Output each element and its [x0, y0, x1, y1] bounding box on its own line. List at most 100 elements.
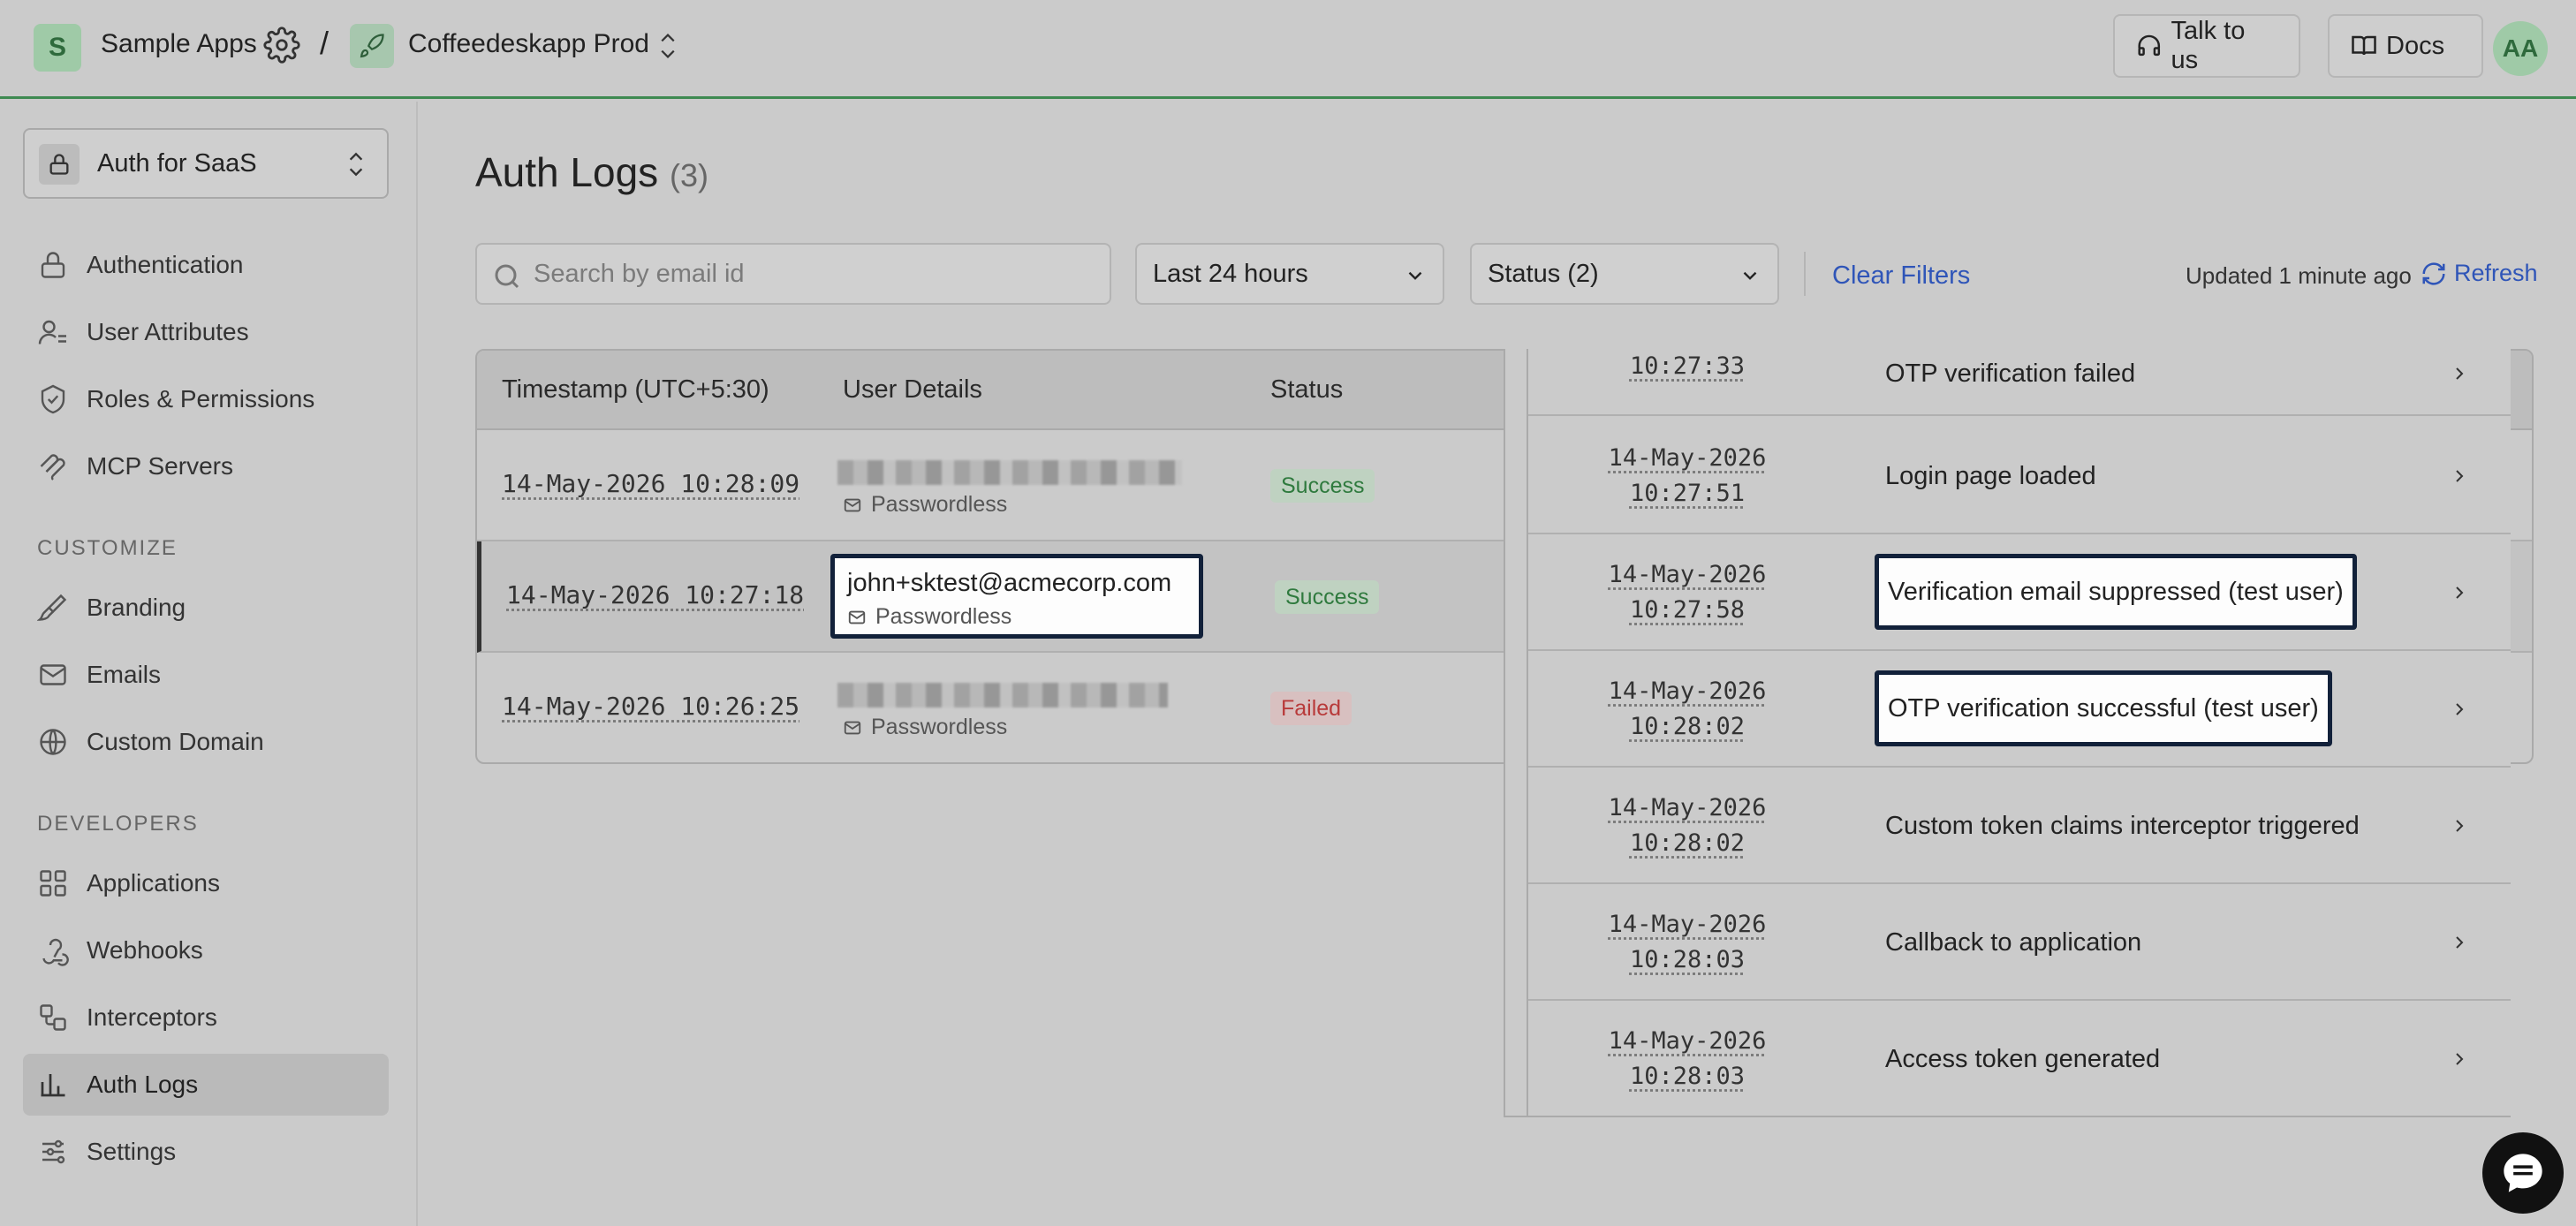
- event-time: 10:27:58: [1629, 596, 1746, 624]
- row-timestamp: 14-May-2026 10:27:18: [506, 580, 805, 609]
- mail-icon: [844, 721, 861, 734]
- interceptor-icon: [40, 1004, 66, 1031]
- search-input[interactable]: [534, 245, 1099, 303]
- mail-icon: [40, 664, 66, 685]
- sidebar-item-applications[interactable]: Applications: [23, 852, 389, 914]
- sidebar-item-webhooks[interactable]: Webhooks: [23, 920, 389, 981]
- lock-icon: [41, 252, 65, 278]
- avatar[interactable]: AA: [2493, 21, 2548, 76]
- environment-label: Auth for SaaS: [97, 149, 257, 178]
- bar-chart-icon: [41, 1074, 65, 1097]
- event-row[interactable]: 14-May-2026 10:28:02 Custom token claims…: [1528, 768, 2511, 884]
- gear-icon[interactable]: [263, 26, 300, 64]
- chevron-right-icon: [2456, 367, 2464, 380]
- clear-filters-link[interactable]: Clear Filters: [1832, 261, 1970, 291]
- event-row[interactable]: 14-May-2026 10:27:51 Login page loaded: [1528, 418, 2511, 534]
- search-box[interactable]: [475, 243, 1111, 305]
- time-range-dropdown[interactable]: Last 24 hours: [1135, 243, 1444, 305]
- sidebar-item-label: Auth Logs: [87, 1071, 199, 1098]
- event-date: 14-May-2026: [1608, 444, 1767, 472]
- login-method: Passwordless: [843, 492, 1007, 518]
- event-label: Callback to application: [1885, 928, 2142, 957]
- section-heading-customize: CUSTOMIZE: [37, 536, 178, 560]
- status-badge: Failed: [1270, 692, 1352, 725]
- docs-button[interactable]: Docs: [2328, 14, 2483, 78]
- sidebar-item-interceptors[interactable]: Interceptors: [23, 987, 389, 1048]
- sidebar-item-label: Branding: [87, 594, 186, 621]
- brush-icon: [37, 594, 67, 621]
- event-timestamp: 14-May-2026 10:28:03: [1581, 1024, 1793, 1094]
- org-name[interactable]: Sample Apps: [101, 29, 257, 59]
- login-method: Passwordless: [847, 604, 1011, 630]
- login-method-label: Passwordless: [875, 604, 1012, 629]
- event-date: 14-May-2026: [1608, 794, 1767, 821]
- event-row[interactable]: 10:27:33 OTP verification failed: [1528, 349, 2511, 416]
- event-time: 10:28:03: [1629, 1063, 1746, 1090]
- column-header-user-details: User Details: [843, 375, 982, 404]
- sliders-icon: [42, 1139, 65, 1164]
- login-method-label: Passwordless: [871, 715, 1008, 739]
- event-time: 10:28:02: [1629, 829, 1746, 857]
- chevron-up-down-icon[interactable]: [655, 30, 680, 62]
- event-label: Access token generated: [1885, 1045, 2161, 1073]
- redacted-email: [837, 460, 1182, 485]
- time-range-value: Last 24 hours: [1153, 260, 1308, 288]
- event-row[interactable]: 14-May-2026 10:27:58 Verification email …: [1528, 534, 2511, 651]
- column-header-status: Status: [1270, 375, 1344, 404]
- sidebar-item-label: Interceptors: [87, 1003, 217, 1031]
- refresh-button[interactable]: Refresh: [2421, 260, 2538, 287]
- talk-to-us-label: Talk to us: [2171, 17, 2246, 74]
- event-label: Custom token claims interceptor triggere…: [1885, 812, 2360, 840]
- row-timestamp: 14-May-2026 10:28:09: [502, 469, 800, 498]
- status-badge: Success: [1270, 469, 1375, 503]
- user-details-highlight: john+sktest@acmecorp.com Passwordless: [830, 554, 1203, 639]
- sidebar-item-authentication[interactable]: Authentication: [23, 234, 389, 296]
- event-timestamp: 14-May-2026 10:28:02: [1581, 791, 1793, 861]
- event-timestamp: 14-May-2026 10:28:03: [1581, 907, 1793, 978]
- chevron-up-down-icon: [349, 152, 363, 177]
- sidebar-item-emails[interactable]: Emails: [23, 644, 389, 706]
- event-row[interactable]: 14-May-2026 10:28:02 OTP verification su…: [1528, 651, 2511, 768]
- chevron-right-icon: [2456, 703, 2464, 715]
- mail-icon: [844, 498, 861, 511]
- event-row[interactable]: 14-May-2026 10:28:03 Access token genera…: [1528, 1001, 2511, 1116]
- org-logo[interactable]: S: [34, 24, 81, 72]
- event-time: 10:28:03: [1629, 946, 1746, 973]
- row-timestamp: 14-May-2026 10:26:25: [502, 692, 800, 721]
- event-label: OTP verification failed: [1885, 359, 2136, 388]
- sidebar-item-custom-domain[interactable]: Custom Domain: [23, 711, 389, 773]
- column-header-timestamp: Timestamp (UTC+5:30): [502, 375, 769, 404]
- rocket-icon: [350, 24, 394, 68]
- redacted-email: [837, 683, 1168, 708]
- event-timestamp: 10:27:33: [1581, 349, 1793, 384]
- chevron-right-icon: [2456, 936, 2464, 949]
- event-time: 10:27:33: [1629, 352, 1746, 380]
- talk-to-us-button[interactable]: Talk to us: [2113, 14, 2300, 78]
- status-badge: Success: [1275, 580, 1380, 614]
- environment-selector[interactable]: Auth for SaaS: [23, 128, 389, 199]
- event-row[interactable]: 14-May-2026 10:28:03 Callback to applica…: [1528, 884, 2511, 1001]
- chevron-right-icon: [2456, 470, 2464, 482]
- sidebar-item-label: Settings: [87, 1138, 177, 1165]
- sidebar-item-label: Roles & Permissions: [87, 385, 315, 412]
- app-switcher[interactable]: Coffeedeskapp Prod: [408, 29, 649, 59]
- sidebar-item-auth-logs[interactable]: Auth Logs: [23, 1054, 389, 1116]
- chevron-right-icon: [2456, 820, 2464, 832]
- status-dropdown[interactable]: Status (2): [1470, 243, 1779, 305]
- sidebar-item-branding[interactable]: Branding: [23, 577, 389, 639]
- sidebar-item-roles-permissions[interactable]: Roles & Permissions: [23, 368, 389, 430]
- section-heading-developers: DEVELOPERS: [37, 812, 199, 836]
- user-attributes-icon: [38, 320, 66, 344]
- chat-support-button[interactable]: [2482, 1132, 2564, 1214]
- sidebar-item-settings[interactable]: Settings: [23, 1121, 389, 1183]
- sidebar: Auth for SaaS Authentication User Attrib…: [0, 102, 418, 1226]
- top-bar: S Sample Apps / Coffeedeskapp Prod Talk …: [0, 0, 2576, 99]
- sidebar-item-mcp-servers[interactable]: MCP Servers: [23, 435, 389, 497]
- sidebar-item-label: MCP Servers: [87, 452, 233, 480]
- headset-icon: [2138, 34, 2161, 57]
- mcp-icon: [40, 454, 65, 481]
- search-icon: [495, 264, 519, 289]
- event-date: 14-May-2026: [1608, 561, 1767, 588]
- chevron-right-icon: [2456, 1053, 2464, 1065]
- sidebar-item-user-attributes[interactable]: User Attributes: [23, 301, 389, 363]
